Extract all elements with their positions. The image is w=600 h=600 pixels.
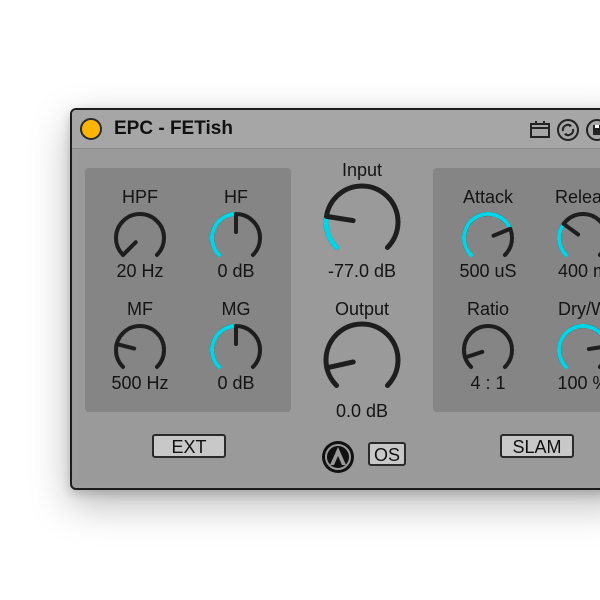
input-knob[interactable] (322, 182, 402, 262)
input-label: Input (341, 160, 383, 180)
attack-knob[interactable] (460, 210, 516, 266)
drywet-value: 100 % (557, 373, 600, 393)
os-button[interactable]: OS (368, 442, 406, 466)
attack-label: Attack (462, 187, 514, 207)
save-icon[interactable] (585, 118, 600, 142)
plugin-device: EPC - FETish HPF 20 Hz HF 0 dB MF 500 Hz… (70, 108, 600, 490)
mg-value: 0 dB (217, 373, 255, 393)
brand-logo-icon (322, 441, 354, 473)
release-label: Releas (554, 187, 600, 207)
hpf-knob[interactable] (112, 210, 168, 266)
ratio-knob[interactable] (460, 322, 516, 378)
mf-knob[interactable] (112, 322, 168, 378)
output-label: Output (334, 299, 390, 319)
slam-button[interactable]: SLAM (500, 434, 574, 458)
hpf-label: HPF (122, 187, 158, 207)
attack-value: 500 uS (459, 261, 517, 281)
refresh-icon[interactable] (556, 118, 580, 142)
device-title: EPC - FETish (114, 118, 233, 139)
hf-value: 0 dB (217, 261, 255, 281)
mf-value: 500 Hz (111, 373, 169, 393)
ratio-value: 4 : 1 (470, 373, 506, 393)
release-knob[interactable] (555, 210, 600, 266)
output-knob[interactable] (322, 320, 402, 400)
mg-knob[interactable] (208, 322, 264, 378)
ratio-label: Ratio (466, 299, 510, 319)
device-body: HPF 20 Hz HF 0 dB MF 500 Hz MG 0 dB Inpu… (78, 150, 600, 482)
drywet-knob[interactable] (555, 322, 600, 378)
calendar-icon[interactable] (528, 118, 552, 142)
input-value: -77.0 dB (327, 261, 397, 281)
hf-knob[interactable] (208, 210, 264, 266)
output-value: 0.0 dB (335, 401, 389, 421)
mf-label: MF (127, 299, 153, 319)
hpf-value: 20 Hz (116, 261, 164, 281)
power-toggle-button[interactable] (80, 118, 102, 140)
ext-button[interactable]: EXT (152, 434, 226, 458)
release-value: 400 m (557, 261, 600, 281)
hf-label: HF (224, 187, 248, 207)
drywet-label: Dry/W (558, 299, 600, 319)
mg-label: MG (221, 299, 251, 319)
device-titlebar: EPC - FETish (72, 110, 600, 149)
